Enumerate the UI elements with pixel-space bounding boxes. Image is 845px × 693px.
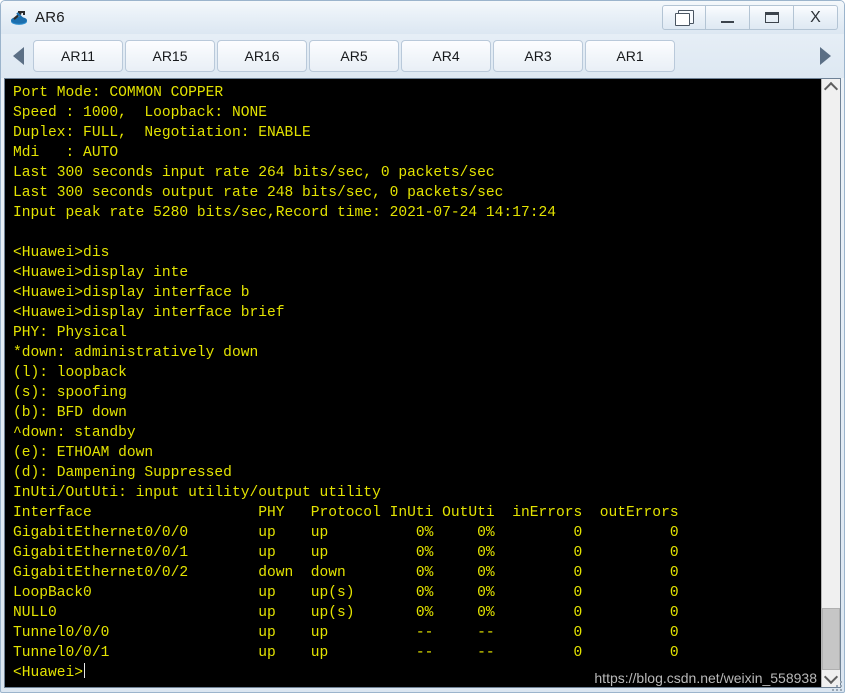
terminal-line: Mdi : AUTO	[13, 145, 119, 161]
terminal-line: <Huawei>display interface b	[13, 285, 250, 301]
window-title: AR6	[35, 9, 65, 26]
terminal-line: Tunnel0/0/1 up up -- -- 0 0	[13, 645, 679, 661]
terminal-line: Interface PHY Protocol InUti OutUti inEr…	[13, 505, 679, 521]
tab-scroll-left-button[interactable]	[3, 39, 33, 73]
terminal-line: LoopBack0 up up(s) 0% 0% 0 0	[13, 585, 679, 601]
terminal-line: Last 300 seconds input rate 264 bits/sec…	[13, 165, 495, 181]
tab-label: AR4	[432, 48, 460, 64]
terminal-line: <Huawei>display interface brief	[13, 305, 285, 321]
tab-label: AR15	[152, 48, 188, 64]
terminal-area: Port Mode: COMMON COPPER Speed : 1000, Lo…	[4, 78, 841, 688]
close-icon: X	[810, 8, 821, 26]
tab-ar4[interactable]: AR4	[401, 40, 491, 72]
tab-label: AR1	[616, 48, 644, 64]
minimize-icon	[721, 20, 734, 23]
close-button[interactable]: X	[794, 5, 838, 30]
terminal-line: ^down: standby	[13, 425, 136, 441]
restore-button[interactable]	[662, 5, 706, 30]
arrow-right-icon	[819, 47, 831, 65]
scrollbar-thumb[interactable]	[822, 608, 840, 670]
terminal-line: NULL0 up up(s) 0% 0% 0 0	[13, 605, 679, 621]
tab-label: AR3	[524, 48, 552, 64]
scroll-up-button[interactable]	[822, 79, 840, 97]
minimize-button[interactable]	[706, 5, 750, 30]
tab-label: AR11	[61, 48, 95, 64]
chevron-up-icon	[823, 81, 839, 97]
tab-ar1[interactable]: AR1	[585, 40, 675, 72]
terminal-line: Port Mode: COMMON COPPER	[13, 85, 224, 101]
terminal-line: (d): Dampening Suppressed	[13, 465, 232, 481]
tab-bar: AR11 AR15 AR16 AR5 AR4 AR3 AR1	[1, 34, 844, 78]
tab-ar3[interactable]: AR3	[493, 40, 583, 72]
terminal-line: GigabitEthernet0/0/0 up up 0% 0% 0 0	[13, 525, 679, 541]
terminal-line: GigabitEthernet0/0/2 down down 0% 0% 0 0	[13, 565, 679, 581]
terminal-line: <Huawei>dis	[13, 245, 110, 261]
router-icon	[9, 8, 29, 28]
tab-label: AR5	[340, 48, 368, 64]
title-bar[interactable]: AR6 X	[1, 1, 844, 34]
tab-list: AR11 AR15 AR16 AR5 AR4 AR3 AR1	[33, 38, 810, 74]
terminal-line: Input peak rate 5280 bits/sec,Record tim…	[13, 205, 556, 221]
tab-scroll-right-button[interactable]	[810, 39, 840, 73]
terminal-line: PHY: Physical	[13, 325, 127, 341]
terminal-scrollbar[interactable]	[821, 79, 840, 687]
terminal-line: (e): ETHOAM down	[13, 445, 154, 461]
resize-grip[interactable]	[830, 679, 842, 691]
terminal-prompt: <Huawei>	[13, 665, 84, 681]
terminal-line: (s): spoofing	[13, 385, 127, 401]
terminal-line: GigabitEthernet0/0/1 up up 0% 0% 0 0	[13, 545, 679, 561]
terminal-window: AR6 X AR11 AR15 AR16 AR5 AR4 AR3 AR1 Por…	[0, 0, 845, 693]
terminal-line: <Huawei>display inte	[13, 265, 189, 281]
tab-ar11[interactable]: AR11	[33, 40, 123, 72]
terminal-line: (l): loopback	[13, 365, 127, 381]
scrollbar-track[interactable]	[822, 96, 840, 670]
terminal-line: InUti/OutUti: input utility/output utili…	[13, 485, 381, 501]
tab-ar15[interactable]: AR15	[125, 40, 215, 72]
tab-ar5[interactable]: AR5	[309, 40, 399, 72]
terminal-line: Duplex: FULL, Negotiation: ENABLE	[13, 125, 311, 141]
window-controls: X	[662, 4, 838, 31]
terminal-line: *down: administratively down	[13, 345, 259, 361]
tab-ar16[interactable]: AR16	[217, 40, 307, 72]
terminal-line: Speed : 1000, Loopback: NONE	[13, 105, 267, 121]
terminal-line: Last 300 seconds output rate 248 bits/se…	[13, 185, 504, 201]
terminal-line: (b): BFD down	[13, 405, 127, 421]
maximize-button[interactable]	[750, 5, 794, 30]
text-cursor	[84, 663, 86, 678]
terminal-output[interactable]: Port Mode: COMMON COPPER Speed : 1000, Lo…	[5, 79, 821, 687]
terminal-line: Tunnel0/0/0 up up -- -- 0 0	[13, 625, 679, 641]
tab-label: AR16	[244, 48, 280, 64]
restore-icon	[674, 9, 694, 26]
terminal-prompt-line[interactable]: <Huawei>	[13, 663, 821, 683]
arrow-left-icon	[12, 47, 24, 65]
maximize-icon	[764, 12, 779, 23]
